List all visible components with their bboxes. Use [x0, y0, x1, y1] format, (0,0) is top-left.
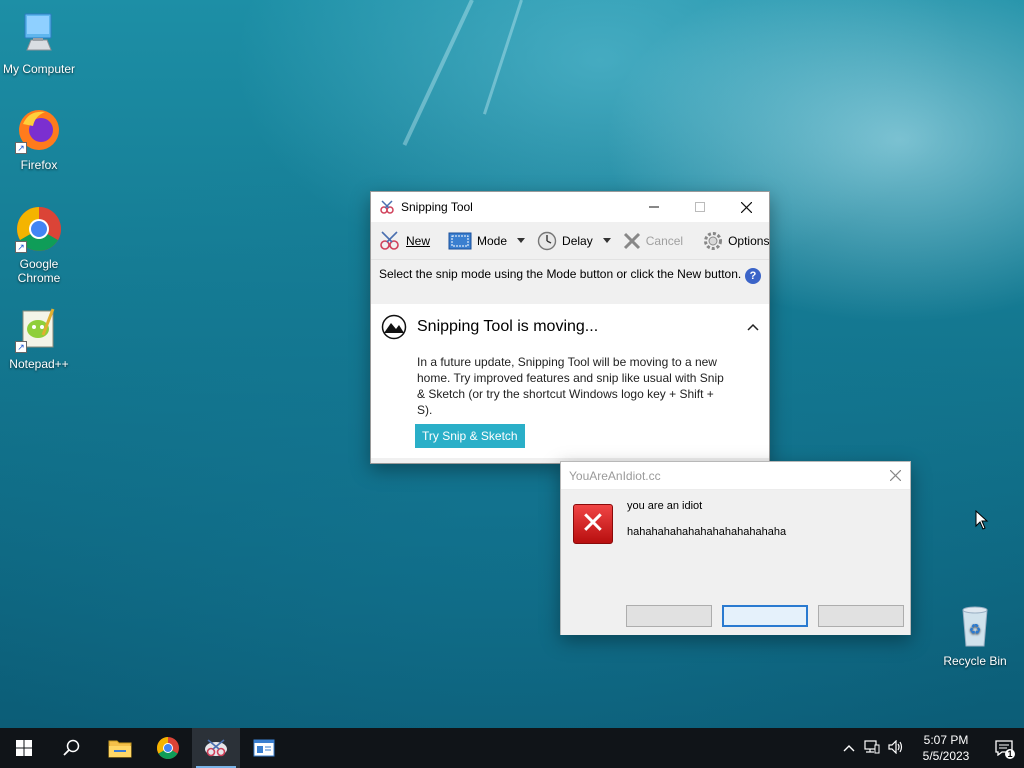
- recycle-bin-icon: ♻: [951, 602, 999, 650]
- moving-banner: Snipping Tool is moving... In a future u…: [371, 304, 769, 458]
- dialog-message-line1: you are an idiot: [627, 500, 703, 512]
- computer-icon: [15, 10, 63, 58]
- desktop-icon-label: Firefox: [20, 158, 58, 172]
- chevron-up-icon[interactable]: [747, 323, 759, 331]
- maximize-button[interactable]: [677, 192, 723, 222]
- notification-count: 1: [1005, 749, 1015, 759]
- desktop-icon-my-computer[interactable]: My Computer: [1, 10, 77, 76]
- error-icon: ✕: [573, 504, 613, 544]
- cancel-button[interactable]: Cancel: [619, 226, 687, 256]
- shortcut-arrow-icon: ↗: [15, 341, 27, 353]
- mouse-cursor-icon: [975, 510, 989, 530]
- tray-network-button[interactable]: [860, 739, 884, 757]
- desktop-icon-label: Notepad++: [9, 357, 69, 371]
- dialog-button-2[interactable]: [722, 605, 808, 627]
- cancel-label: Cancel: [645, 233, 684, 248]
- close-button[interactable]: [723, 192, 769, 222]
- cancel-x-icon: [623, 232, 640, 249]
- action-center-button[interactable]: 1: [984, 728, 1024, 768]
- shortcut-arrow-icon: ↗: [15, 142, 27, 154]
- close-icon: [740, 201, 752, 213]
- delay-dropdown-icon[interactable]: [602, 238, 611, 243]
- taskbar-app-window[interactable]: [240, 728, 288, 768]
- mode-hint: Select the snip mode using the Mode butt…: [371, 260, 769, 304]
- chrome-icon: [157, 737, 179, 759]
- taskbar-file-explorer[interactable]: [96, 728, 144, 768]
- network-icon: [864, 739, 880, 753]
- firefox-icon: ↗: [15, 106, 63, 154]
- desktop-icon-label: Google Chrome: [17, 257, 61, 285]
- dialog-body: ✕ you are an idiot hahahahahahahahahahah…: [561, 490, 910, 635]
- clock-icon: [537, 231, 557, 250]
- desktop-icon-firefox[interactable]: ↗ Firefox: [1, 106, 77, 172]
- wallpaper-light-ray: [402, 0, 474, 146]
- taskbar: 5:07 PM 5/5/2023 1: [0, 728, 1024, 768]
- wallpaper-light-ray: [482, 0, 523, 115]
- moving-body: In a future update, Snipping Tool will b…: [417, 355, 724, 417]
- snipping-tool-titlebar[interactable]: Snipping Tool: [371, 192, 769, 222]
- desktop-icon-label: My Computer: [2, 62, 76, 76]
- snipping-toolbar: New Mode Delay Cancel Options: [371, 222, 769, 260]
- close-icon: [889, 469, 901, 481]
- desktop-icon-label: Recycle Bin: [943, 654, 1007, 668]
- options-button[interactable]: Options: [699, 226, 773, 256]
- desktop-icon-recycle-bin[interactable]: ♻ Recycle Bin: [937, 602, 1013, 668]
- help-icon[interactable]: ?: [745, 268, 761, 284]
- search-icon: [63, 739, 80, 756]
- new-snip-button[interactable]: New: [375, 226, 434, 256]
- dialog-message-line2: hahahahahahahahahahahahaha: [627, 526, 787, 538]
- taskbar-clock[interactable]: 5:07 PM 5/5/2023: [908, 732, 984, 764]
- options-label: Options: [728, 233, 770, 248]
- chrome-icon: ↗: [15, 205, 63, 253]
- windows-logo-icon: [16, 740, 32, 756]
- minimize-icon: [649, 206, 659, 208]
- hint-text: Select the snip mode using the Mode butt…: [379, 267, 742, 281]
- chevron-up-icon: [843, 745, 855, 752]
- dialog-titlebar[interactable]: YouAreAnIdiot.cc: [561, 462, 910, 490]
- notepad-plus-plus-icon: ↗: [15, 305, 63, 353]
- moving-title: Snipping Tool is moving...: [417, 318, 599, 335]
- dialog-title: YouAreAnIdiot.cc: [569, 468, 661, 483]
- tray-overflow-button[interactable]: [838, 741, 860, 755]
- delay-label: Delay: [562, 233, 593, 248]
- minimize-button[interactable]: [631, 192, 677, 222]
- mode-button[interactable]: Mode: [444, 226, 533, 256]
- speaker-icon: [888, 739, 903, 754]
- new-label: New: [406, 233, 431, 248]
- maximize-icon: [695, 202, 705, 212]
- snipping-tool-icon: [380, 200, 394, 214]
- system-tray: 5:07 PM 5/5/2023 1: [838, 728, 1024, 768]
- taskbar-chrome[interactable]: [144, 728, 192, 768]
- tray-volume-button[interactable]: [884, 739, 908, 757]
- snip-sketch-icon: [381, 314, 407, 340]
- mode-rectangle-icon: [448, 232, 472, 249]
- folder-icon: [108, 740, 132, 758]
- window-title: Snipping Tool: [401, 200, 473, 214]
- clock-time: 5:07 PM: [923, 733, 969, 747]
- try-snip-sketch-button[interactable]: Try Snip & Sketch: [415, 424, 525, 448]
- gear-icon: [704, 231, 723, 250]
- dialog-button-3[interactable]: [818, 605, 904, 627]
- idiot-dialog: YouAreAnIdiot.cc ✕ you are an idiot haha…: [560, 461, 911, 635]
- delay-button[interactable]: Delay: [533, 226, 619, 256]
- desktop-icon-notepad-plus-plus[interactable]: ↗ Notepad++: [1, 305, 77, 371]
- svg-text:♻: ♻: [969, 622, 982, 638]
- app-window-icon: [253, 739, 275, 757]
- taskbar-snipping-tool[interactable]: [192, 728, 240, 768]
- desktop-icon-google-chrome[interactable]: ↗ Google Chrome: [1, 205, 77, 285]
- start-button[interactable]: [0, 728, 48, 768]
- mode-label: Mode: [477, 233, 508, 248]
- snipping-tool-window: Snipping Tool New Mode Delay Cancel Opti…: [370, 191, 770, 464]
- shortcut-arrow-icon: ↗: [15, 241, 27, 253]
- search-button[interactable]: [48, 728, 96, 768]
- snipping-tool-icon: [205, 739, 227, 757]
- mode-dropdown-icon[interactable]: [517, 238, 526, 243]
- scissors-icon: [380, 230, 399, 250]
- clock-date: 5/5/2023: [922, 749, 970, 763]
- dialog-close-button[interactable]: [880, 468, 910, 484]
- dialog-button-1[interactable]: [626, 605, 712, 627]
